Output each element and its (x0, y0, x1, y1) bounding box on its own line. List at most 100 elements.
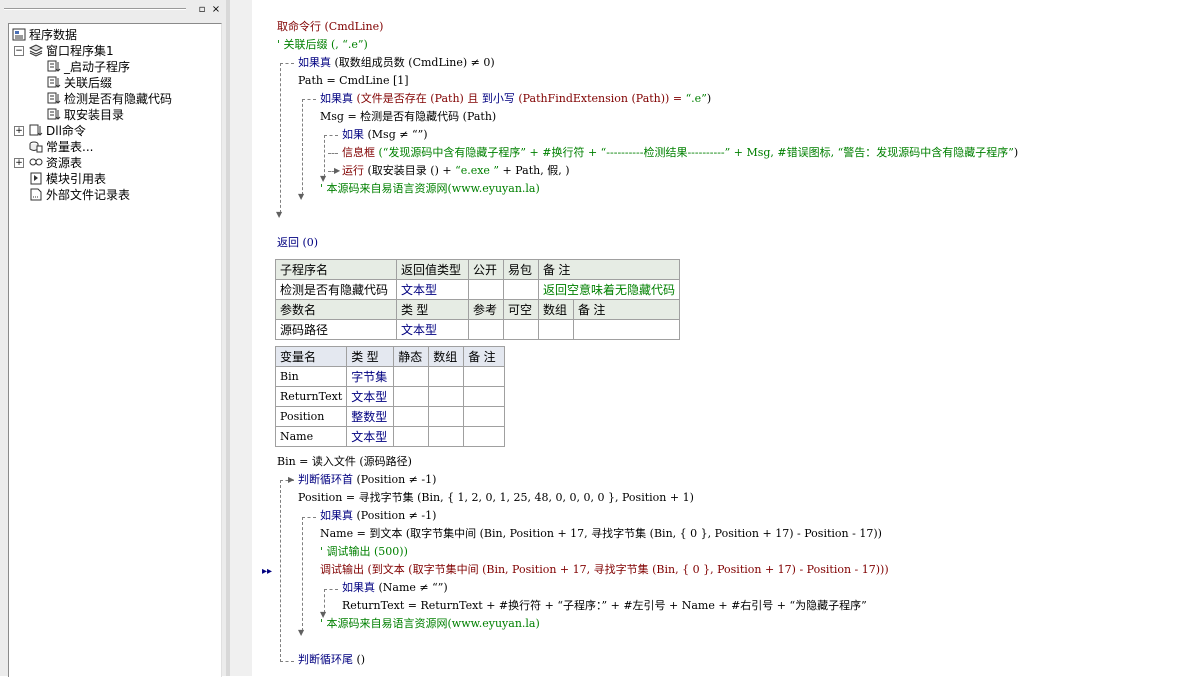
code-keyword: 如果真 (342, 581, 375, 594)
header-cell: 变量名 (274, 346, 348, 367)
code-line[interactable]: 如果真 (文件是否存在 (Path) 且 到小写 (PathFindExtens… (320, 91, 711, 107)
param-null-cell[interactable] (503, 319, 539, 340)
code-editor[interactable]: 取命令行 (CmdLine) ' 关联后缀 (, “.e”) ▼ 如果真 (取数… (252, 0, 1195, 676)
code-line[interactable]: 如果真 (取数组成员数 (CmdLine) ≠ 0) (298, 55, 495, 71)
param-ref-cell[interactable] (468, 319, 504, 340)
tree-item-startup[interactable]: _启动子程序 (47, 59, 130, 75)
tree-item-label: 取安装目录 (64, 108, 125, 122)
code-line[interactable]: 调试输出 (到文本 (取字节集中间 (Bin, Position + 17, 寻… (320, 562, 889, 578)
sub-name-cell[interactable]: 检测是否有隐藏代码 (275, 279, 397, 300)
header-cell: 静态 (393, 346, 430, 367)
code-text: (取安装目录 () + (364, 164, 456, 177)
tree-resources[interactable]: 资源表 (29, 155, 82, 171)
param-array-cell[interactable] (538, 319, 574, 340)
tree-root-label: 程序数据 (29, 28, 78, 42)
tree-dll-label: Dll命令 (46, 124, 86, 138)
subroutine-icon (47, 108, 61, 120)
expand-toggle-dll[interactable]: + (14, 126, 24, 136)
param-note-cell[interactable] (572, 319, 681, 340)
var-name-cell[interactable]: Name (274, 426, 348, 447)
constants-icon (29, 141, 43, 153)
code-comment[interactable]: ' 本源码来自易语言资源网(www.eyuyan.la) (320, 181, 540, 197)
code-keyword: 如果真 (320, 509, 353, 522)
code-text: (PathFindExtension (Path)) = (514, 92, 686, 105)
code-line[interactable]: 判断循环首 (Position ≠ -1) (298, 472, 436, 488)
code-keyword: 如果 (342, 128, 364, 141)
code-comment[interactable]: ' 本源码来自易语言资源网(www.eyuyan.la) (320, 616, 540, 632)
header-cell: 参考 (468, 299, 504, 320)
expand-toggle-resources[interactable]: + (14, 158, 24, 168)
code-line[interactable]: Bin = 读入文件 (源码路径) (277, 454, 412, 470)
tree-dll[interactable]: Dll命令 (29, 123, 86, 139)
tree-window-set[interactable]: 窗口程序集1 (29, 43, 114, 59)
assembly-icon (29, 44, 43, 57)
param-type-cell[interactable]: 文本型 (396, 319, 469, 340)
project-tree[interactable]: 程序数据 − 窗口程序集1 _启动子程序 关联后缀 检测是否有隐藏代码 取安装目… (8, 23, 222, 677)
file-icon (30, 188, 42, 201)
code-text: ) (1013, 146, 1019, 159)
var-type-cell[interactable]: 文本型 (346, 386, 395, 407)
subroutine-icon (47, 60, 61, 72)
var-name-cell[interactable]: ReturnText (274, 386, 348, 407)
code-line[interactable]: 判断循环尾 () (298, 652, 365, 668)
code-line[interactable]: Name = 到文本 (取字节集中间 (Bin, Position + 17, … (320, 526, 882, 542)
var-type-cell[interactable]: 文本型 (346, 426, 395, 447)
sub-public-cell[interactable] (468, 279, 504, 300)
sub-pack-cell[interactable] (503, 279, 539, 300)
code-text: (取数组成员数 (CmdLine) ≠ 0) (331, 56, 495, 69)
code-line[interactable]: 运行 (取安装目录 () + “e.exe ” + Path, 假, ) (342, 163, 570, 179)
table-row[interactable]: Name 文本型 (274, 426, 506, 447)
header-cell: 数组 (538, 299, 574, 320)
code-func: 信息框 (342, 146, 375, 159)
header-cell: 数组 (428, 346, 465, 367)
var-name-cell[interactable]: Bin (274, 366, 348, 387)
tree-item-check-hidden[interactable]: 检测是否有隐藏代码 (47, 91, 172, 107)
code-line[interactable]: 如果真 (Position ≠ -1) (320, 508, 436, 524)
header-cell: 返回值类型 (396, 259, 469, 280)
tree-modules[interactable]: 模块引用表 (29, 171, 106, 187)
code-line[interactable]: ReturnText = ReturnText + #换行符 + “子程序：” … (342, 598, 867, 614)
code-line[interactable]: 如果真 (Name ≠ “”) (342, 580, 448, 596)
header-cell: 备 注 (537, 259, 681, 280)
var-name-cell[interactable]: Position (274, 406, 348, 427)
code-line[interactable]: Path = CmdLine [1] (298, 73, 409, 89)
table-row[interactable]: Bin 字节集 (274, 366, 506, 387)
tree-item-label: 关联后缀 (64, 76, 113, 90)
subroutine-icon (47, 92, 61, 104)
code-comment[interactable]: ' 关联后缀 (, “.e”) (277, 37, 368, 53)
tree-root[interactable]: 程序数据 (12, 27, 77, 43)
header-cell: 类 型 (396, 299, 469, 320)
tree-constants[interactable]: 常量表... (29, 139, 93, 155)
table-row[interactable]: Position 整数型 (274, 406, 506, 427)
var-type-cell[interactable]: 字节集 (346, 366, 395, 387)
restore-button[interactable]: ▫ (196, 4, 208, 16)
header-cell: 类 型 (346, 346, 395, 367)
sub-type-cell[interactable]: 文本型 (396, 279, 469, 300)
current-line-marker[interactable]: ▸▸ (262, 566, 272, 577)
tree-item-install-dir[interactable]: 取安装目录 (47, 107, 124, 123)
sub-note-cell[interactable]: 返回空意味着无隐藏代码 (537, 279, 681, 300)
tree-external-files[interactable]: 外部文件记录表 (29, 187, 130, 203)
code-func: 运行 (342, 164, 364, 177)
header-cell: 备 注 (463, 346, 506, 367)
editor-gutter[interactable] (230, 0, 252, 676)
tree-item-label: _启动子程序 (64, 60, 131, 74)
var-type-cell[interactable]: 整数型 (346, 406, 395, 427)
table-row[interactable]: ReturnText 文本型 (274, 386, 506, 407)
expand-toggle-window-set[interactable]: − (14, 46, 24, 56)
header-cell: 子程序名 (275, 259, 397, 280)
close-button[interactable]: × (210, 4, 222, 16)
code-line[interactable]: 如果 (Msg ≠ “”) (342, 127, 428, 143)
code-line[interactable]: Position = 寻找字节集 (Bin, { 1, 2, 0, 1, 25,… (298, 490, 694, 506)
code-return[interactable]: 返回 (0) (277, 235, 318, 251)
param-name-cell[interactable]: 源码路径 (275, 319, 397, 340)
code-comment[interactable]: ' 调试输出 (500)) (320, 544, 408, 560)
module-icon (30, 172, 42, 185)
code-line[interactable]: Msg = 检测是否有隐藏代码 (Path) (320, 109, 496, 125)
code-line[interactable]: 取命令行 (CmdLine) (277, 19, 383, 35)
code-keyword: 如果真 (320, 92, 353, 105)
code-line[interactable]: 信息框 (“发现源码中含有隐藏子程序” + #换行符 + “----------… (342, 145, 1018, 161)
code-text: (Position ≠ -1) (353, 473, 437, 486)
tree-item-associate[interactable]: 关联后缀 (47, 75, 112, 91)
code-keyword: 如果真 (298, 56, 331, 69)
